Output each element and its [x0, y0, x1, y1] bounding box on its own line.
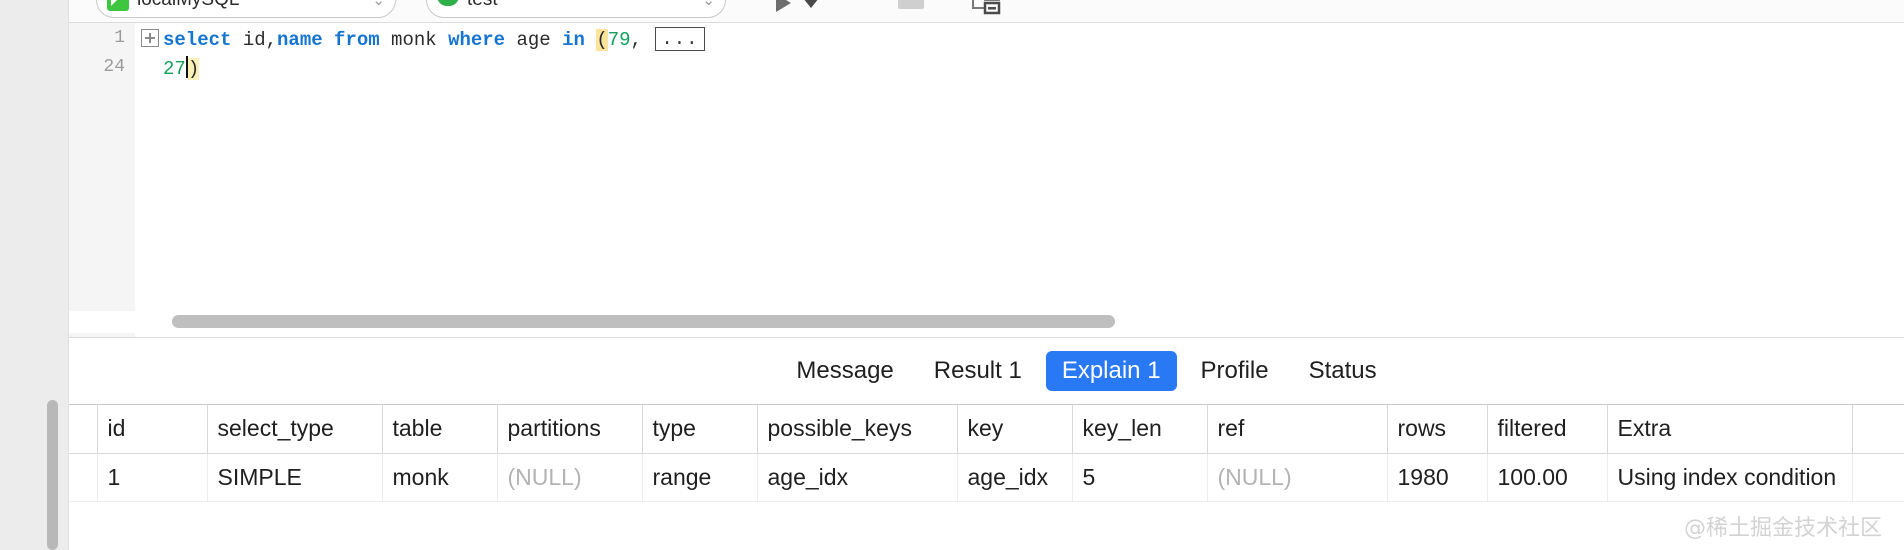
cell-filler [1852, 453, 1904, 502]
header-key[interactable]: key [957, 405, 1073, 454]
header-filler [1852, 405, 1904, 454]
tab-message[interactable]: Message [780, 351, 909, 391]
mysql-connection-icon [107, 0, 129, 11]
header-select-type[interactable]: select_type [207, 405, 383, 454]
connection-dropdown-label: localMySQL [137, 0, 239, 11]
sql-keyword-from: from [334, 29, 380, 51]
header-extra[interactable]: Extra [1607, 405, 1853, 454]
chevron-down-icon [803, 0, 819, 8]
sql-space [323, 29, 334, 51]
stop-icon [898, 0, 924, 9]
run-query-button[interactable] [769, 0, 797, 18]
editor-horizontal-scrollbar-thumb[interactable] [172, 315, 1115, 328]
cell-rownum [69, 453, 98, 502]
sql-keyword-select: select [163, 29, 232, 51]
cell-type[interactable]: range [642, 453, 758, 502]
database-dropdown-label: test [467, 0, 498, 11]
play-icon [775, 0, 791, 12]
header-id[interactable]: id [97, 405, 208, 454]
header-type[interactable]: type [642, 405, 758, 454]
tab-explain-1[interactable]: Explain 1 [1045, 351, 1177, 391]
line-number: 24 [103, 57, 125, 77]
sql-number-last: 27 [163, 58, 186, 80]
header-table[interactable]: table [382, 405, 498, 454]
tab-status[interactable]: Status [1293, 351, 1393, 391]
tab-profile[interactable]: Profile [1185, 351, 1285, 391]
table-header-row: id select_type table partitions type pos… [69, 405, 1904, 454]
watermark-text: @稀土掘金技术社区 [1683, 516, 1882, 541]
header-possible-keys[interactable]: possible_keys [757, 405, 958, 454]
explain-result-grid[interactable]: id select_type table partitions type pos… [69, 405, 1904, 550]
tab-result-1[interactable]: Result 1 [918, 351, 1038, 391]
chevron-down-icon: ⌄ [372, 0, 385, 9]
sql-number-first: 79 [607, 29, 631, 51]
cell-table[interactable]: monk [382, 453, 498, 502]
header-rows[interactable]: rows [1387, 405, 1488, 454]
header-partitions[interactable]: partitions [497, 405, 643, 454]
cell-filtered[interactable]: 100.00 [1487, 453, 1608, 502]
sql-space [585, 29, 596, 51]
cell-select-type[interactable]: SIMPLE [207, 453, 383, 502]
app-sidebar-rail [0, 0, 69, 550]
cell-id[interactable]: 1 [97, 453, 208, 502]
sql-keyword-where: where [448, 29, 506, 51]
header-filtered[interactable]: filtered [1487, 405, 1608, 454]
cell-key-len[interactable]: 5 [1072, 453, 1208, 502]
sql-field-name: age [505, 29, 563, 51]
line-number: 1 [114, 28, 125, 48]
connection-dropdown[interactable]: localMySQL ⌄ [96, 0, 396, 18]
vertical-scrollbar[interactable] [47, 400, 58, 550]
stop-query-button[interactable] [894, 0, 928, 18]
sql-matching-paren-open: ( [596, 29, 608, 51]
editor-line-number-gutter: 1 24 [69, 23, 135, 338]
sql-matching-paren-close: ) [187, 58, 200, 80]
header-ref[interactable]: ref [1207, 405, 1388, 454]
sql-editor[interactable]: 1 24 select id,name from monk where age … [69, 23, 1904, 338]
chevron-down-icon: ⌄ [702, 0, 715, 9]
sql-table-name: monk [379, 29, 449, 51]
sql-columns: id, [231, 29, 278, 51]
cell-possible-keys[interactable]: age_idx [757, 453, 958, 502]
sql-keyword-in: in [562, 29, 585, 51]
sql-keyword-name: name [277, 29, 323, 51]
result-tab-bar: Message Result 1 Explain 1 Profile Statu… [69, 338, 1904, 404]
explain-table: id select_type table partitions type pos… [69, 405, 1904, 502]
header-rownum [69, 405, 98, 454]
explain-tree-icon [972, 0, 1001, 15]
cell-key[interactable]: age_idx [957, 453, 1073, 502]
table-row[interactable]: 1 SIMPLE monk (NULL) range age_idx age_i… [69, 453, 1904, 502]
explain-plan-button[interactable] [969, 0, 1003, 18]
sql-code-area[interactable]: select id,name from monk where age in (7… [135, 23, 1904, 338]
cell-extra[interactable]: Using index condition [1607, 453, 1853, 502]
sql-code-line: select id,name from monk where age in (7… [163, 26, 707, 55]
header-key-len[interactable]: key_len [1072, 405, 1208, 454]
cell-rows[interactable]: 1980 [1387, 453, 1488, 502]
cell-ref[interactable]: (NULL) [1207, 453, 1388, 502]
folded-code-ellipsis[interactable]: ... [655, 27, 705, 51]
database-dropdown[interactable]: test ⌄ [426, 0, 726, 18]
cell-partitions[interactable]: (NULL) [497, 453, 643, 502]
run-options-dropdown[interactable] [799, 0, 823, 18]
sql-comma: , [630, 29, 654, 51]
sql-code-line: 27) [163, 55, 200, 84]
editor-toolbar: localMySQL ⌄ test ⌄ [69, 0, 1904, 23]
database-icon [437, 0, 459, 8]
